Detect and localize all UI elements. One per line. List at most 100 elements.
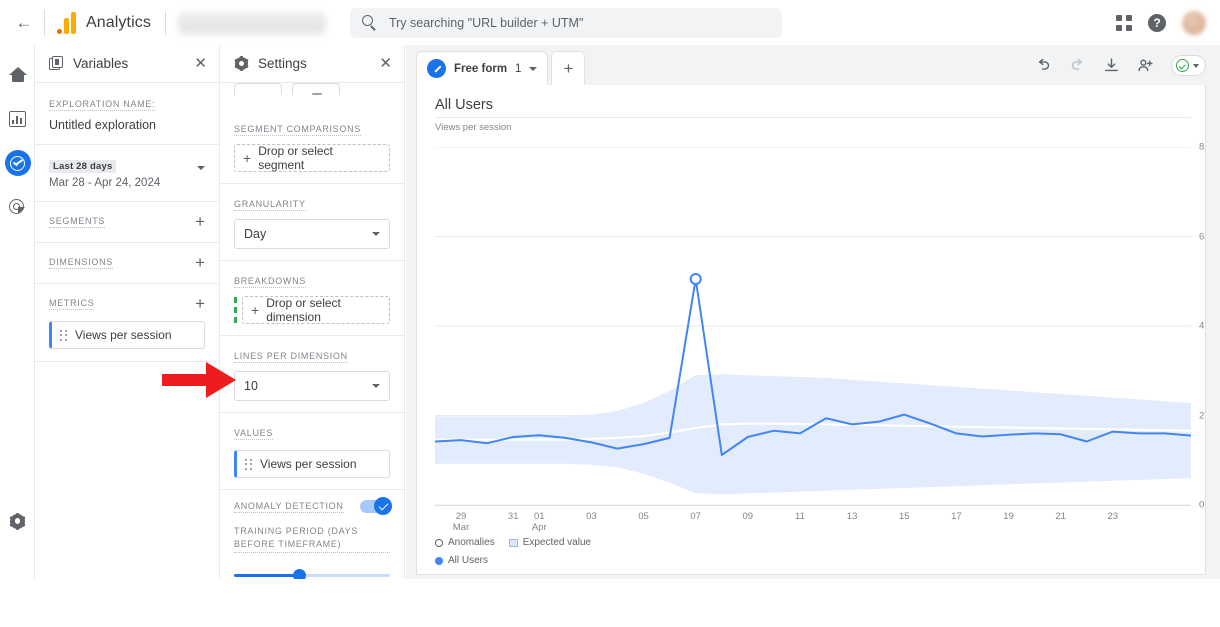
add-metric-button[interactable]: + xyxy=(195,295,205,312)
variables-panel-title: Variables xyxy=(73,56,194,71)
property-selector-masked[interactable] xyxy=(178,12,326,34)
legend-item-expected-value[interactable]: Expected value xyxy=(509,537,591,548)
close-icon[interactable]: ✕ xyxy=(379,56,392,71)
search-bar[interactable]: Try searching "URL builder + UTM" xyxy=(350,8,782,38)
values-section: VALUES Views per session xyxy=(220,413,404,490)
segments-label: SEGMENTS xyxy=(49,216,105,228)
tab-label: Free form xyxy=(454,63,507,75)
date-range-chip: Last 28 days xyxy=(49,160,116,173)
rail-item-explore[interactable] xyxy=(0,141,35,185)
download-icon[interactable] xyxy=(1103,57,1120,74)
legend-item-anomalies[interactable]: Anomalies xyxy=(435,537,495,548)
rail-item-home[interactable] xyxy=(0,53,35,97)
help-icon[interactable]: ? xyxy=(1148,14,1166,32)
y-axis-tick: 2 xyxy=(1199,410,1204,421)
add-tab-button[interactable]: + xyxy=(551,51,585,85)
green-check-icon xyxy=(1176,59,1189,72)
add-person-icon[interactable] xyxy=(1137,57,1154,74)
x-axis-tick: 17 xyxy=(951,511,962,522)
anomaly-detection-toggle[interactable] xyxy=(360,500,390,513)
segment-comparisons-label: SEGMENT COMPARISONS xyxy=(234,124,361,136)
undo-icon[interactable] xyxy=(1035,57,1052,74)
rail-item-advertising[interactable] xyxy=(0,185,35,229)
top-bar: ← Analytics Try searching "URL builder +… xyxy=(0,0,1220,45)
values-label: VALUES xyxy=(234,428,273,440)
chart-card: All Users Views per session 02468 29Mar3… xyxy=(416,85,1206,575)
breakdowns-section: BREAKDOWNS + Drop or select dimension xyxy=(220,261,404,336)
technique-button[interactable] xyxy=(234,83,282,95)
x-axis-tick: 01Apr xyxy=(532,511,547,533)
chart-svg xyxy=(435,147,1191,505)
dimensions-label: DIMENSIONS xyxy=(49,257,113,269)
anomaly-marker[interactable] xyxy=(691,274,701,284)
add-dimension-button[interactable]: + xyxy=(195,254,205,271)
date-range-section[interactable]: Last 28 days Mar 28 - Apr 24, 2024 xyxy=(35,145,219,202)
y-axis: 02468 xyxy=(1191,147,1220,505)
breakdowns-label: BREAKDOWNS xyxy=(234,276,306,288)
back-arrow-icon[interactable]: ← xyxy=(6,5,42,41)
chevron-down-icon[interactable] xyxy=(197,166,205,170)
tab-free-form-1[interactable]: Free form 1 xyxy=(416,51,548,85)
lines-per-dimension-select[interactable]: 10 xyxy=(234,371,390,401)
breakdown-dropzone[interactable]: + Drop or select dimension xyxy=(242,296,390,324)
advertising-icon xyxy=(9,198,27,216)
settings-panel: Settings ✕ SEGMENT COMPARISONS + Drop or… xyxy=(220,45,405,579)
add-segment-button[interactable]: + xyxy=(195,213,205,230)
redo-icon[interactable] xyxy=(1069,57,1086,74)
value-chip-views-per-session[interactable]: Views per session xyxy=(234,450,390,478)
exploration-name-label: EXPLORATION NAME: xyxy=(49,99,155,111)
segment-dropzone[interactable]: + Drop or select segment xyxy=(234,144,390,172)
tab-number: 1 xyxy=(515,63,521,75)
logo-dot xyxy=(57,29,62,34)
analytics-explore-page: ← Analytics Try searching "URL builder +… xyxy=(0,0,1220,627)
anomaly-detection-label: ANOMALY DETECTION xyxy=(234,501,344,513)
x-axis-tick: 21 xyxy=(1055,511,1066,522)
chart-title: All Users xyxy=(435,97,1205,113)
rail-item-reports[interactable] xyxy=(0,97,35,141)
slider-fill xyxy=(234,574,300,577)
logo-bar xyxy=(64,18,69,34)
top-bar-actions: ? xyxy=(1116,11,1220,35)
variables-icon xyxy=(49,56,64,71)
chevron-down-icon[interactable] xyxy=(529,67,537,71)
metrics-section: METRICS + Views per session xyxy=(35,284,219,362)
x-axis-line xyxy=(435,505,1191,506)
x-axis-tick: 03 xyxy=(586,511,597,522)
avatar[interactable] xyxy=(1182,11,1206,35)
search-icon xyxy=(362,15,377,30)
x-axis-tick: 23 xyxy=(1107,511,1118,522)
drag-handle-icon[interactable] xyxy=(245,459,252,470)
exploration-name-value[interactable]: Untitled exploration xyxy=(49,118,205,132)
variables-panel: Variables ✕ EXPLORATION NAME: Untitled e… xyxy=(35,45,220,579)
technique-buttons-partial[interactable] xyxy=(220,83,404,95)
close-icon[interactable]: ✕ xyxy=(194,56,207,71)
explore-icon xyxy=(5,150,31,176)
share-status-pill[interactable] xyxy=(1171,55,1206,76)
x-axis-tick: 05 xyxy=(638,511,649,522)
slider-knob[interactable] xyxy=(293,569,306,579)
line-chart-plot[interactable] xyxy=(435,147,1191,505)
x-axis-tick: 11 xyxy=(795,511,805,522)
google-analytics-logo xyxy=(57,12,76,34)
reports-bar-chart-icon xyxy=(9,110,27,128)
metric-chip-views-per-session[interactable]: Views per session xyxy=(49,321,205,349)
training-period-slider[interactable] xyxy=(234,569,390,579)
x-axis-tick: 19 xyxy=(1003,511,1014,522)
rail-item-admin[interactable] xyxy=(0,499,35,543)
visualization-button[interactable] xyxy=(292,83,340,95)
logo-bar xyxy=(71,12,76,34)
apps-grid-icon[interactable] xyxy=(1116,15,1132,31)
tab-strip: Free form 1 + xyxy=(406,45,1220,85)
expected-band-icon xyxy=(509,539,518,547)
drag-handle-icon[interactable] xyxy=(60,330,67,341)
dimensions-section: DIMENSIONS + xyxy=(35,243,219,284)
granularity-select[interactable]: Day xyxy=(234,219,390,249)
x-axis: 29Mar3101Apr0305070911131517192123 xyxy=(435,505,1191,535)
y-axis-tick: 6 xyxy=(1199,231,1204,242)
chart-legend: Anomalies Expected value All Users xyxy=(435,537,591,573)
left-icon-rail xyxy=(0,45,35,579)
search-input-placeholder: Try searching "URL builder + UTM" xyxy=(389,16,583,30)
rail-bottom xyxy=(0,499,35,543)
legend-item-all-users[interactable]: All Users xyxy=(435,555,488,566)
settings-scroll-area[interactable]: SEGMENT COMPARISONS + Drop or select seg… xyxy=(220,83,404,579)
